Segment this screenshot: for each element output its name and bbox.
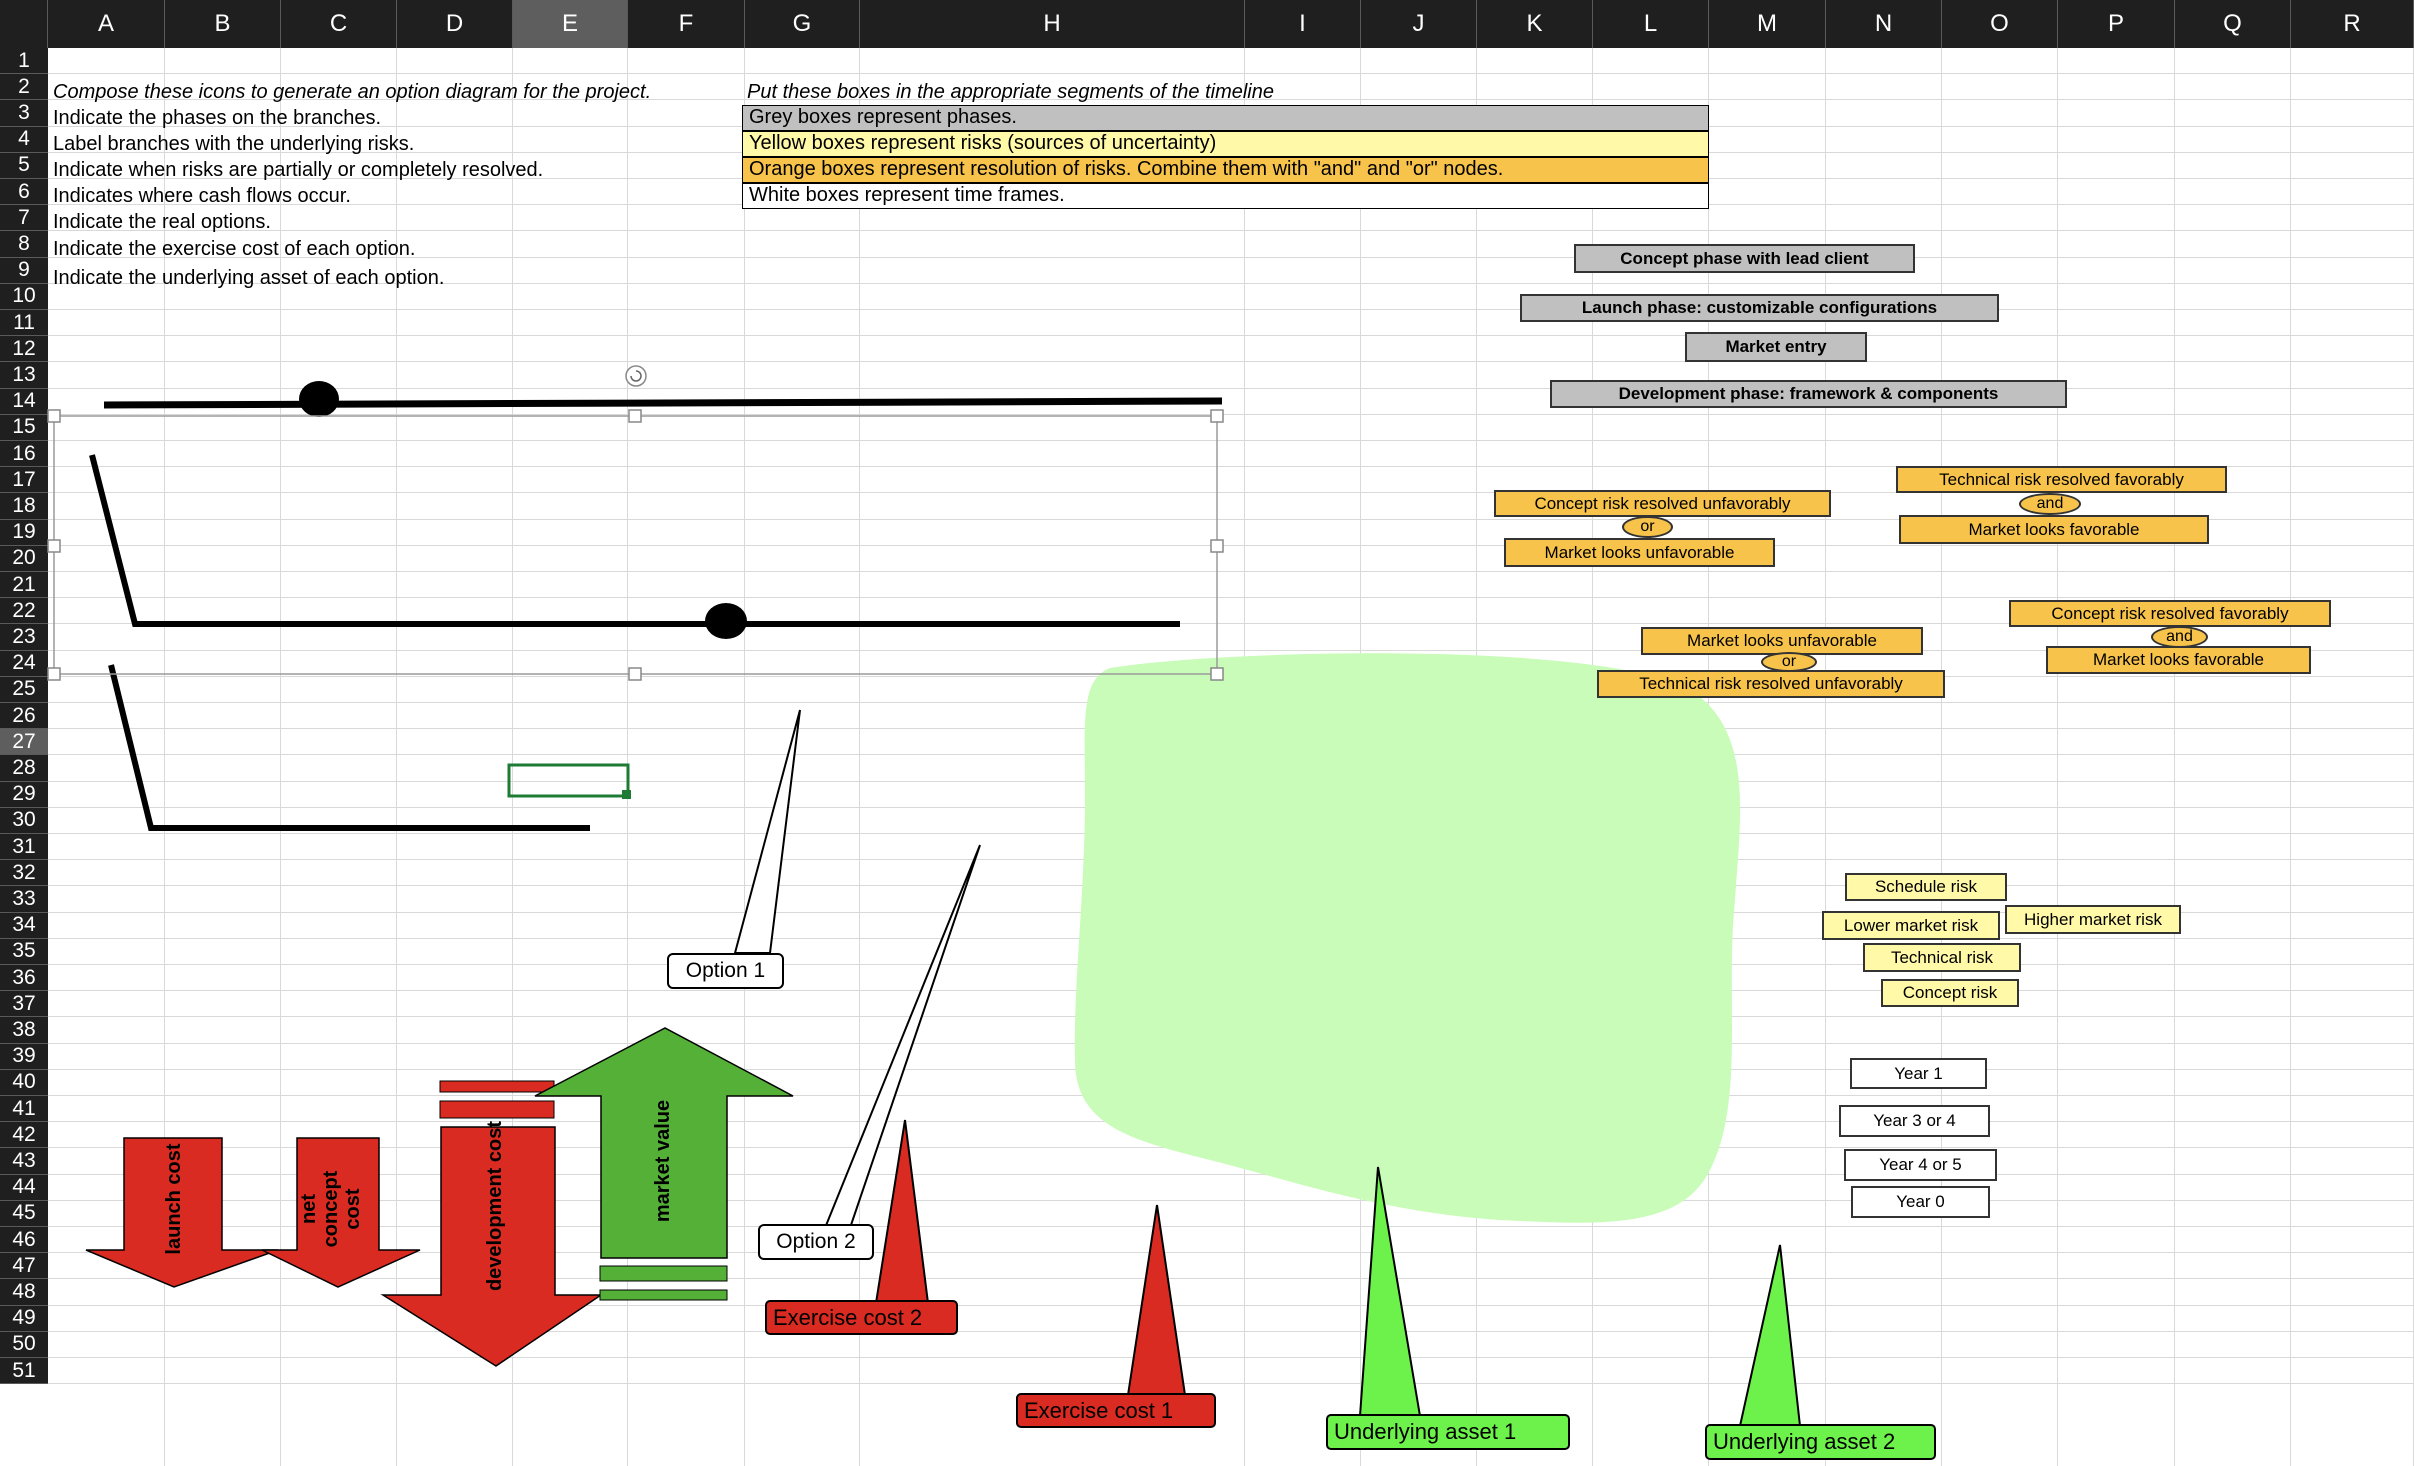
- and-node[interactable]: and: [2151, 626, 2208, 648]
- or-node[interactable]: or: [1761, 652, 1817, 672]
- option1-callout[interactable]: Option 1: [667, 953, 784, 989]
- option2-callout[interactable]: Option 2: [758, 1224, 874, 1260]
- underlying-asset1-spike: [1358, 1166, 1422, 1417]
- and-node[interactable]: and: [2019, 493, 2081, 515]
- selection-handles: [47, 409, 1224, 681]
- market-value-label: market value: [652, 1099, 674, 1223]
- time-frame-year3or4-box[interactable]: Year 3 or 4: [1839, 1105, 1990, 1137]
- underlying-asset1-label[interactable]: Underlying asset 1: [1326, 1414, 1570, 1450]
- option1-callout-tail: [733, 709, 801, 954]
- timeline-top-branch: [103, 397, 1223, 409]
- active-cell-E27: [507, 763, 630, 798]
- exercise-cost2-spike: [874, 1119, 930, 1304]
- exercise-cost2-label[interactable]: Exercise cost 2: [765, 1300, 958, 1335]
- decision-node-top: [299, 381, 339, 417]
- or-node[interactable]: or: [1622, 516, 1673, 538]
- resolution-technical-favorable-box[interactable]: Technical risk resolved favorably: [1896, 466, 2227, 493]
- net-concept-cost-label: net concept cost: [298, 1170, 364, 1248]
- exercise-cost1-label[interactable]: Exercise cost 1: [1016, 1393, 1216, 1428]
- time-frame-year1-box[interactable]: Year 1: [1850, 1058, 1987, 1089]
- time-frame-year0-box[interactable]: Year 0: [1851, 1186, 1990, 1218]
- selection-frame: [53, 415, 1218, 675]
- risk-higher-market-box[interactable]: Higher market risk: [2005, 905, 2181, 934]
- resolution-market-favorable-box[interactable]: Market looks favorable: [2046, 646, 2311, 674]
- risk-concept-box[interactable]: Concept risk: [1881, 979, 2019, 1007]
- phase-development-box[interactable]: Development phase: framework & component…: [1550, 380, 2067, 408]
- resolution-market-unfavorable-box[interactable]: Market looks unfavorable: [1641, 627, 1923, 655]
- underlying-asset2-spike: [1738, 1244, 1802, 1427]
- dev-cost-bar-top: [439, 1080, 555, 1093]
- market-value-bar-2: [599, 1289, 728, 1301]
- launch-cost-label: launch cost: [163, 1143, 185, 1255]
- phase-market-entry-box[interactable]: Market entry: [1685, 332, 1867, 362]
- resolution-technical-unfavorable-box[interactable]: Technical risk resolved unfavorably: [1597, 670, 1945, 698]
- phase-concept-box[interactable]: Concept phase with lead client: [1574, 244, 1915, 273]
- resolution-concept-unfavorable-box[interactable]: Concept risk resolved unfavorably: [1494, 490, 1831, 517]
- exercise-cost1-spike: [1126, 1204, 1187, 1396]
- market-value-bar-1: [599, 1265, 728, 1282]
- resolution-market-favorable-box[interactable]: Market looks favorable: [1899, 515, 2209, 544]
- risk-schedule-box[interactable]: Schedule risk: [1845, 873, 2007, 901]
- resolution-concept-favorable-box[interactable]: Concept risk resolved favorably: [2009, 600, 2331, 627]
- spreadsheet[interactable]: ABCDEFGHIJKLMNOPQR 1 2 3 4 5 6 7 8 9 10 11 12 13 14 15…: [0, 0, 2414, 1466]
- rotate-handle-icon: [625, 365, 647, 387]
- resolution-market-unfavorable-box[interactable]: Market looks unfavorable: [1504, 538, 1775, 567]
- underlying-asset2-label[interactable]: Underlying asset 2: [1705, 1424, 1936, 1460]
- timeline-lower-branch: [108, 664, 590, 831]
- risk-technical-box[interactable]: Technical risk: [1863, 943, 2021, 972]
- decision-node-middle: [705, 603, 747, 639]
- time-frame-year4or5-box[interactable]: Year 4 or 5: [1844, 1149, 1997, 1181]
- risk-lower-market-box[interactable]: Lower market risk: [1822, 911, 2000, 940]
- development-cost-label: development cost: [484, 1120, 506, 1292]
- timeline-middle-branch: [89, 454, 1180, 627]
- phase-launch-box[interactable]: Launch phase: customizable configuration…: [1520, 294, 1999, 322]
